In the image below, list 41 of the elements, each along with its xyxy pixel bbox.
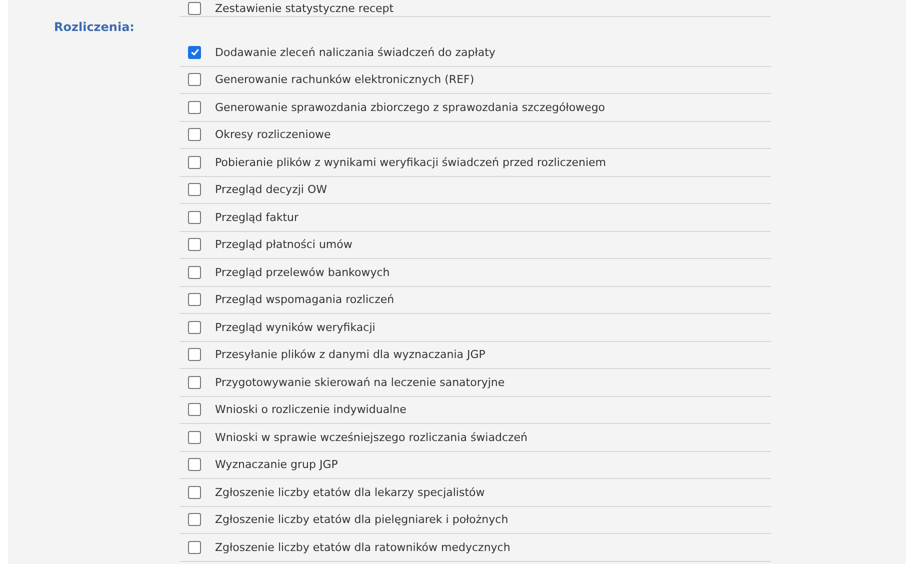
permission-label: Przygotowywanie skierowań na leczenie sanatoryjne xyxy=(215,376,505,389)
permission-label: Wnioski w sprawie wcześniejszego rozliczania świadczeń xyxy=(215,430,528,444)
permission-label: Zgłoszenie liczby etatów dla pielęgniarek i położnych xyxy=(215,513,508,526)
permission-label: Przegląd przelewów bankowych xyxy=(215,266,390,279)
checkbox[interactable] xyxy=(188,266,201,279)
permission-label: Generowanie sprawozdania zbiorczego z sprawozdania szczegółowego xyxy=(215,100,606,114)
checkbox[interactable] xyxy=(188,403,201,416)
checkbox[interactable] xyxy=(188,540,201,554)
permission-label: Przesyłanie plików z danymi dla wyznaczania JGP xyxy=(215,348,486,362)
checkbox[interactable] xyxy=(188,376,201,389)
checkbox[interactable] xyxy=(188,430,201,444)
checkbox[interactable] xyxy=(188,210,201,224)
permission-label: Zgłoszenie liczby etatów dla lekarzy specjalistów xyxy=(215,486,485,499)
permission-label: Zestawienie statystyczne recept xyxy=(215,2,394,14)
checkbox[interactable] xyxy=(188,128,201,142)
checkbox[interactable] xyxy=(188,238,201,252)
checkbox[interactable] xyxy=(188,293,201,306)
checkbox[interactable] xyxy=(188,486,201,499)
permission-label: Pobieranie plików z wynikami weryfikacji świadczeń przed rozliczeniem xyxy=(215,156,606,169)
checkbox[interactable] xyxy=(188,156,201,169)
checkbox[interactable] xyxy=(188,100,201,114)
permission-label: Dodawanie zleceń naliczania świadczeń do zapłaty xyxy=(215,46,496,59)
checkbox[interactable] xyxy=(188,2,201,14)
checkbox[interactable] xyxy=(188,46,201,59)
checkbox[interactable] xyxy=(188,183,201,196)
permission-label: Zgłoszenie liczby etatów dla ratowników medycznych xyxy=(215,540,510,554)
permission-label: Przegląd decyzji OW xyxy=(215,183,327,196)
permission-label: Wyznaczanie grup JGP xyxy=(215,458,338,472)
permission-label: Przegląd wspomagania rozliczeń xyxy=(215,293,394,306)
permission-label: Przegląd wyników weryfikacji xyxy=(215,320,376,334)
checkbox[interactable] xyxy=(188,320,201,334)
checkbox[interactable] xyxy=(188,73,201,86)
permission-label: Generowanie rachunków elektronicznych (REF) xyxy=(215,73,474,86)
permission-label: Przegląd faktur xyxy=(215,210,299,224)
section-title: Rozliczenia: xyxy=(53,19,136,36)
checkbox[interactable] xyxy=(188,458,201,472)
permission-label: Wnioski o rozliczenie indywidualne xyxy=(215,403,406,416)
permission-label: Przegląd płatności umów xyxy=(215,238,352,252)
checkbox[interactable] xyxy=(188,513,201,526)
permission-label: Okresy rozliczeniowe xyxy=(215,128,331,142)
checkbox[interactable] xyxy=(188,348,201,362)
